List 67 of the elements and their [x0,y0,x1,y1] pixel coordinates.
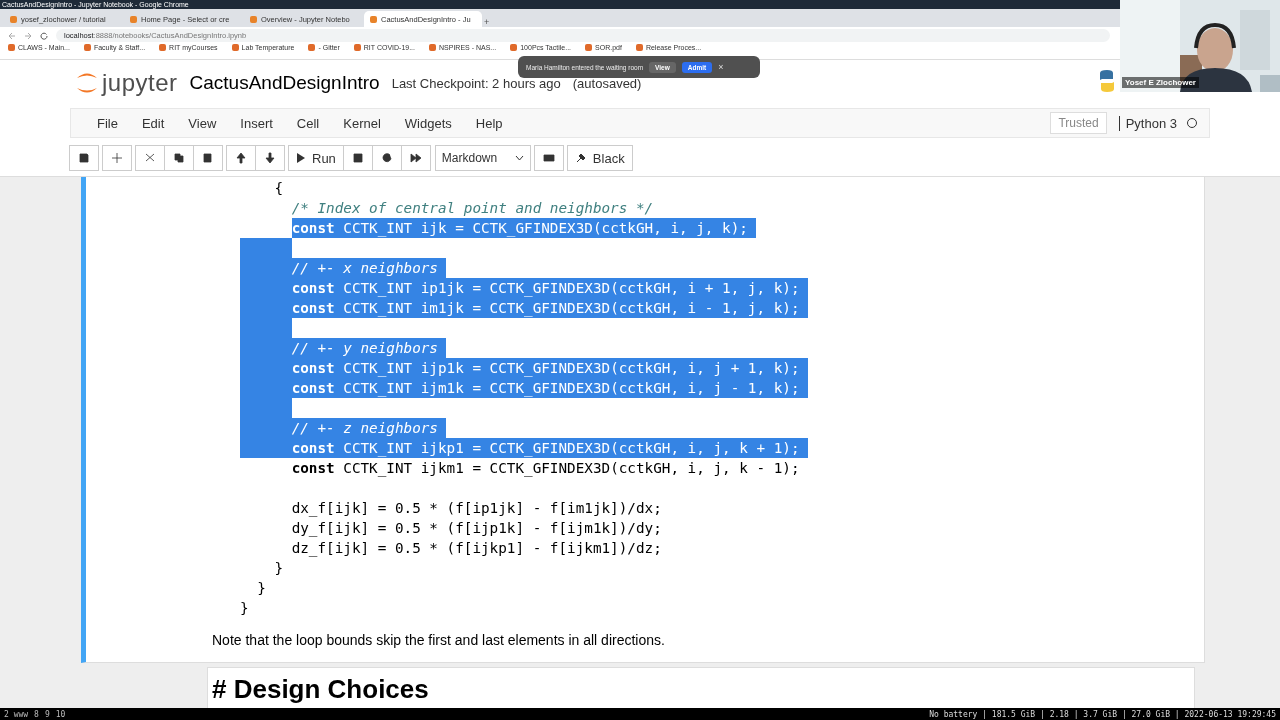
restart-button[interactable] [371,145,402,171]
stop-button[interactable] [342,145,373,171]
menu-item[interactable]: File [85,115,130,131]
system-status: No battery | 181.5 GiB | 2.18 | 3.7 GiB | 27.0 GiB | 2022-06-13 19:29:45 [929,709,1276,719]
code-comment: /* Index of central point and neighbors */ [291,199,654,218]
menu-item[interactable]: Kernel [331,115,393,131]
arrow-up-icon [235,152,247,164]
move-down-button[interactable] [255,145,285,171]
fast-forward-icon [409,152,422,164]
code-line: } [240,599,249,618]
note-text: Note that the loop bounds skip the first and last elements in all directions. [212,632,666,648]
site-icon [370,15,377,23]
paste-button[interactable] [193,145,223,171]
paste-icon [202,152,214,164]
code-line: dz_f[ijk] = 0.5 * (f[ijkp1] - f[ijkm1])/dz; [291,539,662,558]
code-line: { [274,179,284,198]
scissors-icon [144,152,156,164]
save-icon [78,152,90,164]
menu-item[interactable]: Insert [228,115,285,131]
code-comment: // +- z neighbors [291,418,446,438]
code-comment: // +- y neighbors [291,338,446,358]
plus-icon [111,152,123,164]
formatter-button[interactable]: Black [566,145,633,171]
jupyter-logo: jupyter [102,69,178,97]
reload-icon[interactable] [40,31,48,40]
kernel-indicator: Python 3 [1118,115,1197,131]
code-comment: // +- x neighbors [291,258,446,278]
cell-type-dropdown[interactable]: Markdown [434,145,531,171]
arrow-down-icon [264,152,276,164]
keyboard-icon [542,152,555,164]
play-icon [296,152,306,164]
workspace-label[interactable]: 2 www [4,709,29,719]
code-line: dy_f[ijk] = 0.5 * (f[ijp1k] - f[ijm1k])/dy; [291,519,662,538]
menu-item[interactable]: View [176,115,229,131]
keyboard-button[interactable] [533,145,564,171]
workspace-label[interactable]: 9 [44,709,50,719]
stop-icon [351,152,364,164]
markdown-cell[interactable] [81,177,1205,663]
code-line: } [274,559,284,578]
site-icon [250,15,257,23]
move-up-button[interactable] [226,145,256,171]
copy-button[interactable] [164,145,194,171]
run-button[interactable]: Run [288,145,344,171]
menu-item[interactable]: Help [463,115,515,131]
hammer-icon [574,152,587,164]
caret-icon [514,155,524,161]
workspace-label[interactable]: 10 [55,709,66,719]
new-tab-button[interactable]: + [484,17,490,27]
code-line: dx_f[ijk] = 0.5 * (f[ip1jk] - f[im1jk])/dx; [291,499,662,518]
close-icon[interactable]: × [718,62,724,72]
workspace-label[interactable]: 8 [34,709,39,719]
code-line: } [257,579,266,598]
autosave-status: (autosaved) [572,75,642,91]
copy-icon [173,152,185,164]
trusted-badge[interactable]: Trusted [1050,112,1107,134]
checkpoint-text: Last Checkpoint: 2 hours ago [391,75,561,91]
markdown-cell[interactable]: # Design Choices [207,667,1195,708]
menu-item[interactable]: Edit [129,115,177,131]
site-icon [10,15,17,23]
menu-item[interactable]: Widgets [392,115,464,131]
fast-forward-button[interactable] [400,145,431,171]
add-cell-button[interactable] [102,145,132,171]
notebook-title[interactable]: CactusAndDesignIntro [189,72,380,94]
save-button[interactable] [69,145,99,171]
code-line: const CCTK_INT ijkm1 = CCTK_GFINDEX3D(cctkGH, i, j, k - 1); [291,459,800,478]
menu-item[interactable]: Cell [284,115,332,131]
site-icon [130,15,137,23]
